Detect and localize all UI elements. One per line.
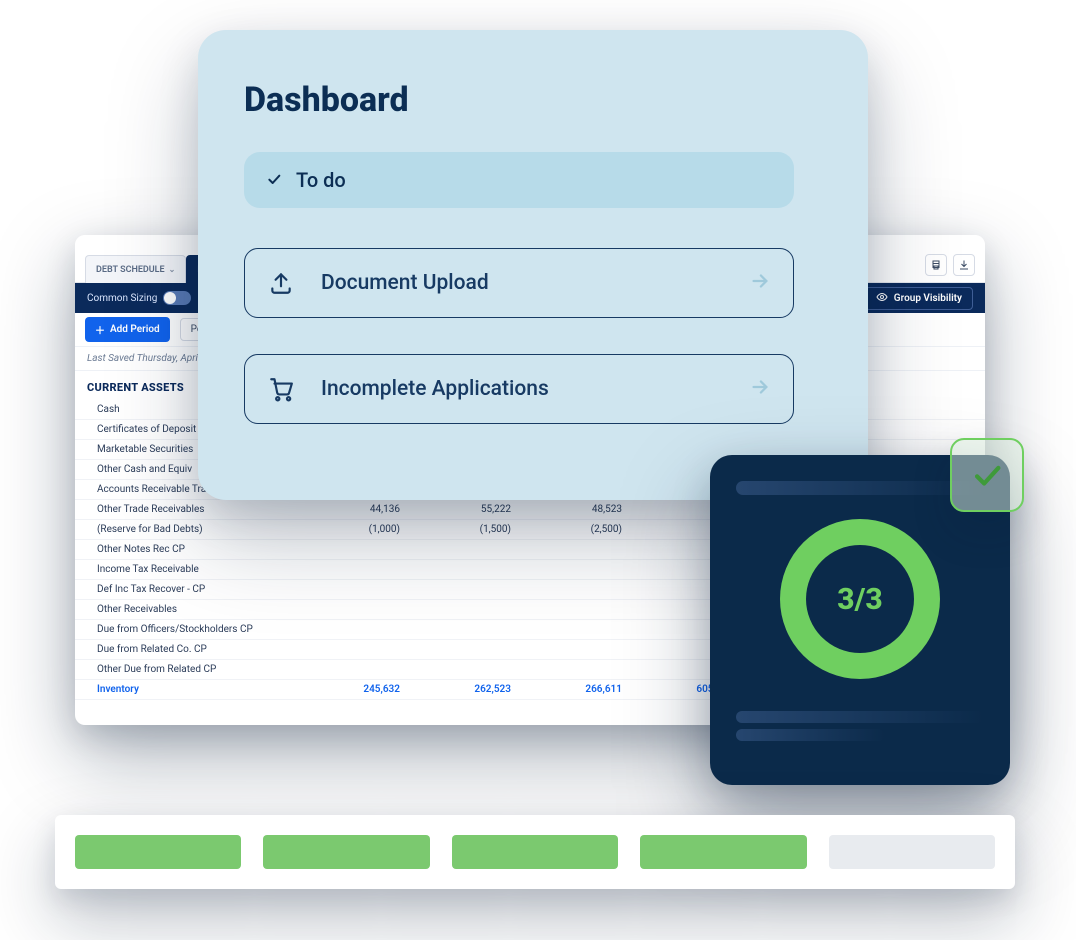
cell[interactable]: (1,500) xyxy=(418,524,529,535)
plus-icon: ＋ xyxy=(95,322,105,337)
cell[interactable]: 262,523 xyxy=(418,684,529,695)
progress-segment xyxy=(263,835,429,869)
progress-ring-text: 3/3 xyxy=(837,582,882,617)
todo-chip[interactable]: To do xyxy=(244,152,794,208)
toolbar-icons xyxy=(925,254,975,282)
progress-strip xyxy=(55,815,1015,889)
upload-icon xyxy=(267,269,295,297)
chevron-down-icon: ⌄ xyxy=(169,265,176,274)
progress-segment xyxy=(829,835,995,869)
group-visibility-button[interactable]: Group Visibility xyxy=(865,287,973,310)
cell[interactable]: 245,632 xyxy=(307,684,418,695)
todo-label: To do xyxy=(296,168,346,192)
cart-icon xyxy=(267,375,295,403)
progress-segment xyxy=(75,835,241,869)
check-icon xyxy=(266,168,282,192)
row-label: (Reserve for Bad Debts) xyxy=(97,524,307,535)
progress-placeholder-bar xyxy=(736,481,984,495)
progress-placeholder-line-short xyxy=(736,729,885,741)
row-label: Income Tax Receivable xyxy=(97,564,307,575)
common-sizing-toggle[interactable]: Common Sizing xyxy=(87,291,191,305)
tile-label: Document Upload xyxy=(321,271,723,295)
tile-label: Incomplete Applications xyxy=(321,377,723,401)
cell[interactable]: 266,611 xyxy=(529,684,640,695)
arrow-right-icon xyxy=(749,376,771,402)
download-icon[interactable] xyxy=(953,254,975,276)
row-label: Other Receivables xyxy=(97,604,307,615)
tile-incomplete-applications[interactable]: Incomplete Applications xyxy=(244,354,794,424)
row-label: Other Due from Related CP xyxy=(97,664,307,675)
tab-debt-schedule[interactable]: DEBT SCHEDULE ⌄ xyxy=(85,255,186,283)
toggle-icon[interactable] xyxy=(163,291,191,305)
tile-document-upload[interactable]: Document Upload xyxy=(244,248,794,318)
row-label: Other Trade Receivables xyxy=(97,504,307,515)
group-visibility-label: Group Visibility xyxy=(894,293,962,304)
cell[interactable]: (2,500) xyxy=(529,524,640,535)
dashboard-card: Dashboard To do Document Upload Incomple… xyxy=(198,30,868,500)
cell[interactable]: (1,000) xyxy=(307,524,418,535)
arrow-right-icon xyxy=(749,270,771,296)
tab-label: DEBT SCHEDULE xyxy=(96,265,165,275)
row-label: Other Notes Rec CP xyxy=(97,544,307,555)
row-label: Due from Officers/Stockholders CP xyxy=(97,624,307,635)
row-label: Def Inc Tax Recover - CP xyxy=(97,584,307,595)
cell[interactable]: 55,222 xyxy=(418,504,529,515)
cell[interactable]: 48,523 xyxy=(529,504,640,515)
print-icon[interactable] xyxy=(925,254,947,276)
add-period-button[interactable]: ＋ Add Period xyxy=(85,317,170,342)
cell[interactable]: 44,136 xyxy=(307,504,418,515)
progress-ring: 3/3 xyxy=(780,519,940,679)
row-label: Inventory xyxy=(97,684,307,695)
progress-segment xyxy=(640,835,806,869)
success-check-badge xyxy=(950,438,1024,512)
dashboard-title: Dashboard xyxy=(244,80,822,120)
eye-icon xyxy=(876,291,888,306)
progress-placeholder-line xyxy=(736,711,984,723)
progress-segment xyxy=(452,835,618,869)
row-label: Due from Related Co. CP xyxy=(97,644,307,655)
add-period-label: Add Period xyxy=(110,324,160,335)
common-sizing-label: Common Sizing xyxy=(87,293,157,304)
